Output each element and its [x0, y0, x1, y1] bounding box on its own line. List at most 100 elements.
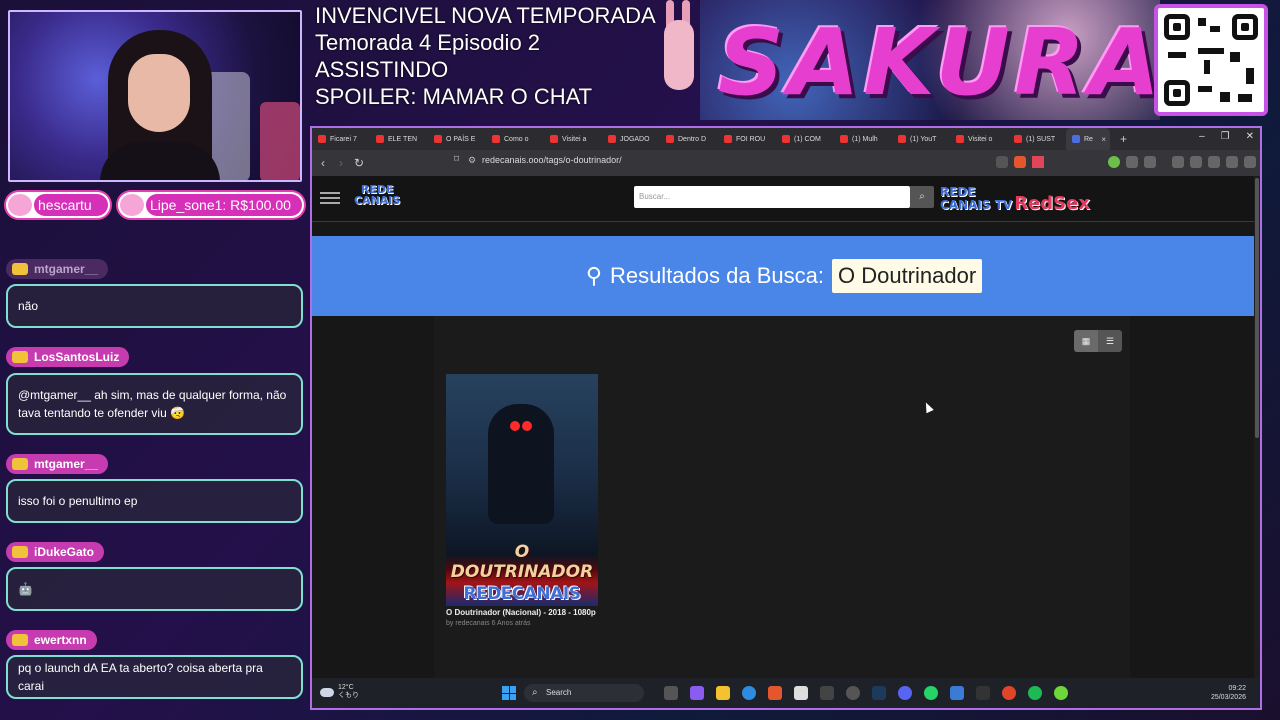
close-tab-icon[interactable]: ×: [1101, 135, 1106, 144]
chat-username: ewertxnn: [6, 630, 97, 650]
browser-tab[interactable]: Como o: [486, 128, 544, 150]
whatsapp-icon[interactable]: [924, 686, 938, 700]
search-input[interactable]: Buscar...: [634, 186, 910, 208]
partner-logo[interactable]: REDE CANAIS TV RedSex: [940, 186, 1090, 213]
extension-icon[interactable]: [1108, 156, 1120, 168]
card-title[interactable]: O Doutrinador (Nacional) - 2018 - 1080p: [446, 608, 598, 617]
epic-games-icon[interactable]: [976, 686, 990, 700]
file-explorer-icon[interactable]: [716, 686, 730, 700]
windows-start-icon[interactable]: [502, 686, 516, 700]
site-info-icon[interactable]: ⚙: [468, 155, 476, 166]
system-clock[interactable]: 09:22 25/03/2026: [1211, 684, 1246, 702]
movie-poster[interactable]: O DOUTRINADOR REDECANAIS: [446, 374, 598, 606]
browser-tab[interactable]: Visitei o: [950, 128, 1008, 150]
reload-icon[interactable]: ↻: [350, 156, 368, 170]
vpn-icon[interactable]: [1226, 156, 1238, 168]
spotify-icon[interactable]: [1028, 686, 1042, 700]
browser-tab[interactable]: (1) COM: [776, 128, 834, 150]
app-icon[interactable]: [820, 686, 834, 700]
site-logo[interactable]: REDE CANAIS: [354, 184, 400, 206]
minimize-icon[interactable]: –: [1199, 131, 1205, 142]
search-icon: ⌕: [919, 191, 925, 202]
browser-tab[interactable]: FOI ROU: [718, 128, 776, 150]
steam-icon[interactable]: [872, 686, 886, 700]
taskbar-search[interactable]: Search: [524, 684, 644, 702]
maximize-icon[interactable]: ❐: [1221, 131, 1230, 142]
stream-title: INVENCIVEL NOVA TEMPORADA Temorada 4 Epi…: [315, 2, 665, 110]
browser-tab[interactable]: Dentro D: [660, 128, 718, 150]
close-window-icon[interactable]: ✕: [1246, 131, 1254, 142]
sidebar-icon[interactable]: [1172, 156, 1184, 168]
browser-tab[interactable]: (1) Mulh: [834, 128, 892, 150]
result-card[interactable]: O DOUTRINADOR REDECANAIS O Doutrinador (…: [446, 374, 598, 627]
back-icon[interactable]: ‹: [314, 156, 332, 170]
search-button[interactable]: ⌕: [910, 186, 934, 208]
stream-title-line: INVENCIVEL NOVA TEMPORADA: [315, 3, 656, 28]
brave-shields-icon[interactable]: [1014, 156, 1026, 168]
weather-widget[interactable]: 12°C くもり: [320, 684, 359, 700]
hamburger-icon[interactable]: [320, 192, 340, 204]
browser-tab[interactable]: ELE TEN: [370, 128, 428, 150]
forward-icon[interactable]: ›: [332, 156, 350, 170]
search-results-banner: ⚲ Resultados da Busca: O Doutrinador: [312, 236, 1256, 316]
web-page: REDE CANAIS Buscar... ⌕ REDE CANAIS TV Re…: [312, 176, 1256, 678]
search-icon: ⚲: [585, 263, 602, 288]
brave-icon[interactable]: [768, 686, 782, 700]
wallet-icon[interactable]: [1190, 156, 1202, 168]
bookmark-icon[interactable]: ⌑: [454, 154, 459, 165]
browser-tab[interactable]: (1) YouT: [892, 128, 950, 150]
stream-title-line: ASSISTINDO: [315, 57, 449, 82]
youtube-icon: [492, 135, 500, 143]
puzzle-icon[interactable]: [1126, 156, 1138, 168]
new-tab-icon[interactable]: +: [1120, 132, 1127, 146]
top-user-badge: hescartu: [4, 190, 112, 220]
windows-taskbar: 12°C くもり Search 09:22 25/03/2026: [312, 678, 1260, 708]
streamer: [100, 30, 220, 180]
scrollbar[interactable]: [1254, 176, 1260, 678]
discord-icon[interactable]: [898, 686, 912, 700]
browser-tab-active[interactable]: Re ×: [1066, 128, 1110, 150]
webcam-feed: [8, 10, 302, 182]
browser-window: Ficarei 7 ELE TEN O PAÍS E Como o Visite…: [310, 126, 1262, 710]
browser-tab[interactable]: JOGADO: [602, 128, 660, 150]
chat-username: mtgamer__: [6, 259, 109, 279]
url-field[interactable]: redecanais.ooo/tags/o-doutrinador/: [482, 155, 622, 165]
app-icon[interactable]: [1054, 686, 1068, 700]
edge-icon[interactable]: [742, 686, 756, 700]
results-term: O Doutrinador: [831, 259, 983, 293]
copilot-icon[interactable]: [690, 686, 704, 700]
extension-icon[interactable]: [1144, 156, 1156, 168]
card-meta: by redecanais 6 Anos atrás: [446, 620, 531, 627]
ea-app-icon[interactable]: [1002, 686, 1016, 700]
menu-icon[interactable]: [1244, 156, 1256, 168]
chat-message: 🤖: [6, 567, 303, 611]
leo-icon[interactable]: [1208, 156, 1220, 168]
app-icon[interactable]: [950, 686, 964, 700]
tab-bar: Ficarei 7 ELE TEN O PAÍS E Como o Visite…: [312, 128, 1260, 150]
poster-title: O DOUTRINADOR: [450, 542, 594, 582]
avatar: [120, 194, 144, 216]
youtube-icon: [1014, 135, 1022, 143]
browser-tab[interactable]: Ficarei 7: [312, 128, 370, 150]
top-donor-name: Lipe_sone1: R$100.00: [146, 194, 302, 216]
youtube-icon: [376, 135, 384, 143]
youtube-icon: [782, 135, 790, 143]
youtube-icon: [608, 135, 616, 143]
chat-username: mtgamer__: [6, 454, 109, 474]
youtube-icon: [318, 135, 326, 143]
site-favicon-icon: [1072, 135, 1080, 143]
grid-view-icon[interactable]: ▦: [1074, 330, 1098, 352]
task-view-icon[interactable]: [664, 686, 678, 700]
store-icon[interactable]: [794, 686, 808, 700]
brave-rewards-icon[interactable]: [1032, 156, 1044, 168]
card-author[interactable]: redecanais: [455, 620, 489, 627]
share-icon[interactable]: [996, 156, 1008, 168]
stream-title-line: SPOILER: MAMAR O CHAT: [315, 84, 593, 109]
browser-tab[interactable]: Visitei a: [544, 128, 602, 150]
browser-tab[interactable]: (1) SUST: [1008, 128, 1066, 150]
settings-icon[interactable]: [846, 686, 860, 700]
card-age: 6 Anos atrás: [491, 620, 531, 627]
list-view-icon[interactable]: ☰: [1098, 330, 1122, 352]
youtube-icon: [956, 135, 964, 143]
browser-tab[interactable]: O PAÍS E: [428, 128, 486, 150]
